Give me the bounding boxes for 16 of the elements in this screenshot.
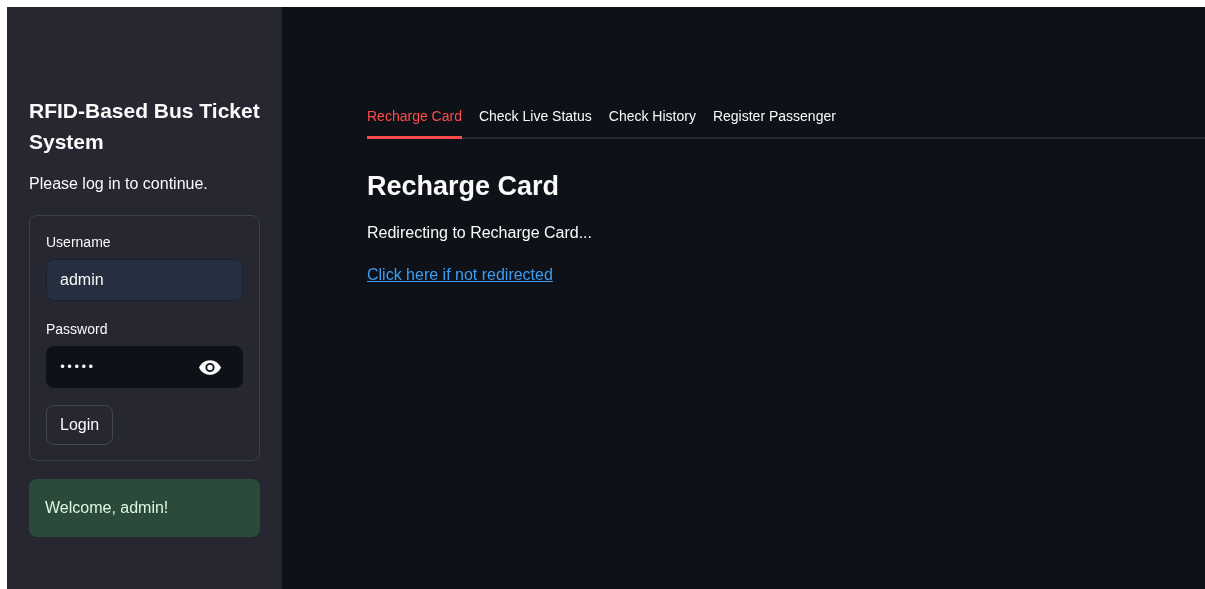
username-field[interactable]: admin <box>46 259 243 301</box>
app-title: RFID-Based Bus Ticket System <box>29 98 260 155</box>
field-label: Username <box>46 234 112 250</box>
eye-icon[interactable] <box>199 359 221 375</box>
tab[interactable]: Check Live Status <box>478 104 592 139</box>
redirect-message: Redirecting to Recharge Card... <box>367 224 593 242</box>
login-prompt: Please log in to continue. <box>29 175 209 193</box>
login-button[interactable]: Login <box>46 405 114 445</box>
redirect-link[interactable]: Click here if not redirected <box>367 266 553 284</box>
password-field[interactable]: ••••• <box>46 346 243 388</box>
success-message: Welcome, admin! <box>29 479 260 537</box>
tab[interactable]: Register Passenger <box>712 104 836 139</box>
tab[interactable]: Check History <box>608 104 696 139</box>
tab[interactable]: Recharge Card <box>367 104 462 139</box>
page-heading: Recharge Card <box>367 171 561 202</box>
field-label: Password <box>46 321 109 337</box>
